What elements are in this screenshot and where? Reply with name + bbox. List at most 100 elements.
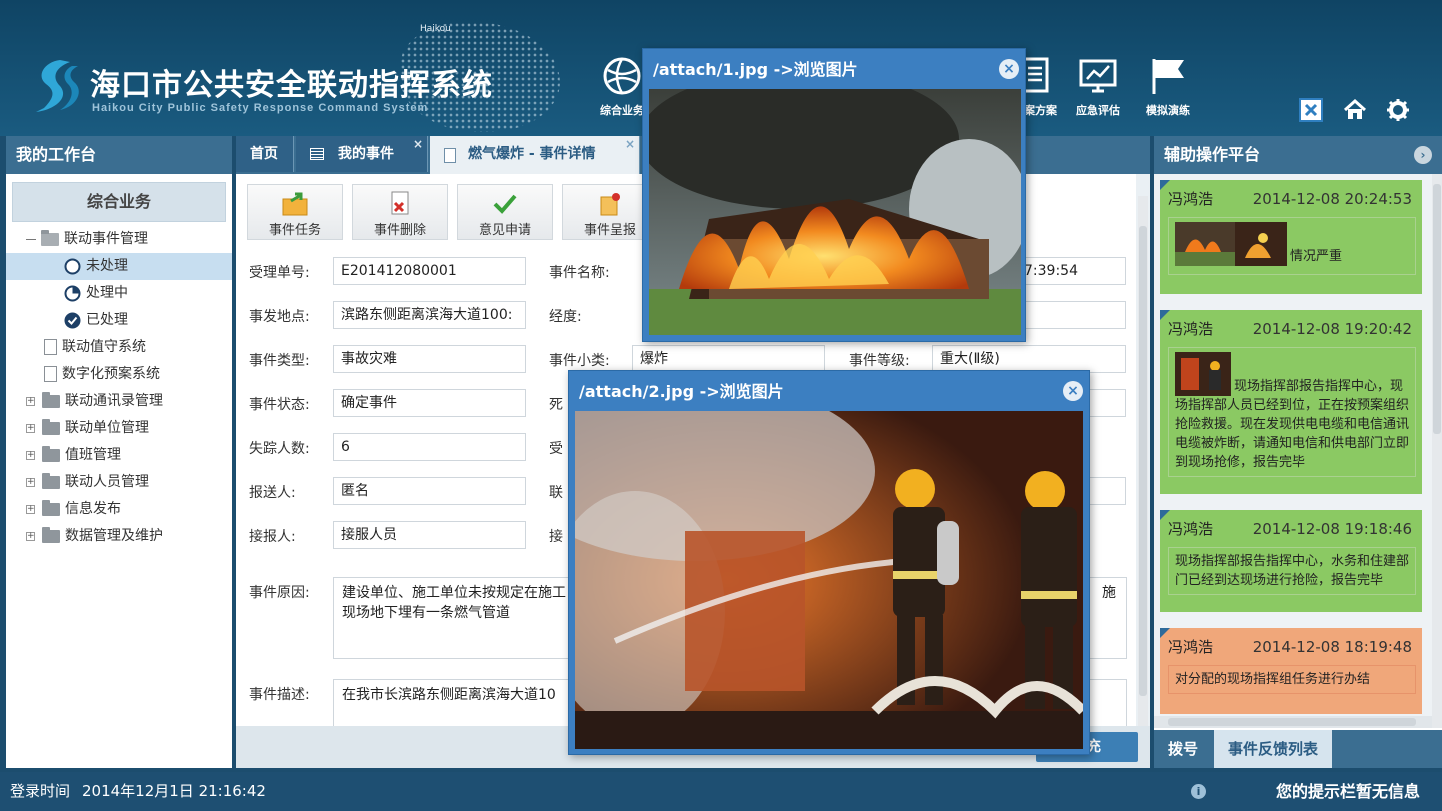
button-label: 意见申请 [478, 223, 531, 238]
receiver-field[interactable]: 接服人员 [333, 521, 526, 549]
tree-item-info-publish[interactable]: + 信息发布 [6, 496, 232, 523]
feed-time: 2014-12-08 18:19:48 [1252, 638, 1412, 656]
feed-card[interactable]: 冯鸿浩 2014-12-08 19:20:42 现场指挥部报告指挥中心，现场指挥… [1160, 310, 1422, 494]
folder-icon [42, 499, 60, 516]
section-header[interactable]: 综合业务 [12, 182, 226, 222]
login-time-label: 登录时间 [10, 782, 71, 800]
tree-item-digital-plan[interactable]: 数字化预案系统 [6, 361, 232, 388]
feed-card[interactable]: 冯鸿浩 2014-12-08 18:19:48 对分配的现场指挥组任务进行办结 [1160, 628, 1422, 714]
tree-item-units[interactable]: + 联动单位管理 [6, 415, 232, 442]
longitude-label: 经度: [549, 309, 582, 325]
tree-label: 联动事件管理 [64, 231, 148, 247]
event-level-field[interactable]: 重大(Ⅱ级) [932, 345, 1126, 373]
reporter-field[interactable]: 匿名 [333, 477, 526, 505]
nav-simulation-drill[interactable]: 模拟演练 [1136, 56, 1200, 118]
tree-label: 已处理 [86, 312, 128, 328]
tree-item-processed[interactable]: 已处理 [6, 307, 232, 334]
workbench-panel: 我的工作台 综合业务 联动事件管理 未处理 处理中 已处理 联动值守系统 数字化… [6, 136, 232, 768]
feed-scrollbar[interactable] [1432, 174, 1442, 728]
feed-card[interactable]: 冯鸿浩 2014-12-08 20:24:53 情况严重 [1160, 180, 1422, 294]
logo-icon [36, 60, 79, 112]
nav-emergency-assessment[interactable]: 应急评估 [1066, 56, 1130, 118]
viewer-title[interactable]: /attach/2.jpg ->浏览图片 [569, 371, 1089, 411]
close-tab-icon[interactable]: × [625, 126, 635, 162]
form-scrollbar[interactable] [1138, 196, 1148, 726]
deaths-label: 死 [549, 397, 563, 413]
expand-icon[interactable]: + [26, 478, 35, 487]
tree-item-duty-system[interactable]: 联动值守系统 [6, 334, 232, 361]
tree-label: 联动通讯录管理 [65, 393, 163, 409]
missing-field[interactable]: 6 [333, 433, 526, 461]
latitude-field[interactable] [1016, 301, 1126, 329]
corner-marker-icon [1160, 310, 1170, 320]
image-viewer-2[interactable]: /attach/2.jpg ->浏览图片 × [568, 370, 1090, 755]
collapse-icon[interactable] [26, 238, 36, 240]
description-label: 事件描述: [249, 687, 310, 703]
nav-tree: 联动事件管理 未处理 处理中 已处理 联动值守系统 数字化预案系统 + 联动通讯录… [6, 226, 232, 550]
tree-item-contacts[interactable]: + 联动通讯录管理 [6, 388, 232, 415]
tree-item-unprocessed[interactable]: 未处理 [6, 253, 232, 280]
image-viewer-1[interactable]: /attach/1.jpg ->浏览图片 × [642, 48, 1026, 342]
viewer-title[interactable]: /attach/1.jpg ->浏览图片 [643, 49, 1025, 89]
folder-icon [42, 526, 60, 543]
burning-house-image [649, 89, 1021, 335]
event-name-label: 事件名称: [549, 265, 610, 281]
close-icon[interactable]: × [999, 59, 1019, 79]
event-type-field[interactable]: 事故灾难 [333, 345, 526, 373]
folder-icon [42, 472, 60, 489]
tree-label: 处理中 [86, 285, 128, 301]
nav-label: 模拟演练 [1146, 104, 1190, 117]
close-icon[interactable]: × [1063, 381, 1083, 401]
assist-panel: 辅助操作平台 › 冯鸿浩 2014-12-08 20:24:53 情况严重 冯鸿… [1154, 136, 1442, 768]
close-tab-icon[interactable]: × [413, 126, 423, 162]
expand-icon[interactable]: + [26, 451, 35, 460]
pin-document-icon [600, 193, 620, 216]
folder-icon [42, 445, 60, 462]
button-label: 事件呈报 [583, 223, 636, 238]
tree-item-in-progress[interactable]: 处理中 [6, 280, 232, 307]
tab-my-events[interactable]: 我的事件 × [296, 136, 428, 172]
event-delete-button[interactable]: 事件删除 [352, 184, 448, 240]
location-label: 事发地点: [249, 309, 310, 325]
receive-other-label: 接 [549, 529, 563, 545]
event-level-label: 事件等级: [849, 353, 910, 369]
close-window-icon[interactable] [1299, 98, 1323, 122]
receipt-no-field[interactable]: E201412080001 [333, 257, 526, 285]
fire-thumbnail-image[interactable] [1175, 222, 1287, 266]
feed-body: 现场指挥部报告指挥中心，现场指挥部人员已经到位，正在按预案组织抢险救援。现在发现… [1168, 347, 1416, 477]
tab-home[interactable]: 首页 [236, 136, 294, 172]
expand-icon[interactable]: + [26, 397, 35, 406]
tree-item-data-maintenance[interactable]: + 数据管理及维护 [6, 523, 232, 550]
event-subtype-field[interactable]: 爆炸 [632, 345, 825, 373]
collapse-arrow-icon[interactable]: › [1414, 146, 1432, 164]
corner-marker-icon [1160, 628, 1170, 638]
contact-label: 联 [549, 485, 563, 501]
tab-dial[interactable]: 拨号 [1154, 730, 1212, 768]
tree-label: 联动人员管理 [65, 474, 149, 490]
nav-label: 综合业务 [600, 104, 644, 117]
gear-icon[interactable] [1386, 98, 1410, 122]
folder-icon [42, 391, 60, 408]
assist-panel-title: 辅助操作平台 [1164, 145, 1261, 164]
expand-icon[interactable]: + [26, 424, 35, 433]
feed-time: 2014-12-08 20:24:53 [1252, 190, 1412, 208]
tab-event-detail[interactable]: 燃气爆炸 - 事件详情 × [430, 136, 640, 174]
expand-icon[interactable]: + [26, 505, 35, 514]
event-status-field[interactable]: 确定事件 [333, 389, 526, 417]
firefighter-thumbnail-image[interactable] [1175, 352, 1231, 396]
expand-icon[interactable]: + [26, 532, 35, 541]
monitor-chart-icon [1079, 59, 1117, 93]
grid-icon [310, 148, 324, 160]
event-time-field[interactable]: 7:39:54 [1016, 257, 1126, 285]
feed-card[interactable]: 冯鸿浩 2014-12-08 19:18:46 现场指挥部报告指挥中心，水务和住… [1160, 510, 1422, 612]
tree-item-duty-management[interactable]: + 值班管理 [6, 442, 232, 469]
tab-feedback-list[interactable]: 事件反馈列表 [1214, 730, 1333, 768]
location-field[interactable]: 滨路东侧距离滨海大道100: [333, 301, 526, 329]
tree-item-personnel[interactable]: + 联动人员管理 [6, 469, 232, 496]
tree-label: 数据管理及维护 [65, 528, 163, 544]
tree-item-event-management[interactable]: 联动事件管理 [6, 226, 232, 253]
event-task-button[interactable]: 事件任务 [247, 184, 343, 240]
home-icon[interactable] [1343, 98, 1367, 122]
feed-horizontal-scrollbar[interactable] [1154, 716, 1432, 728]
opinion-request-button[interactable]: 意见申请 [457, 184, 553, 240]
